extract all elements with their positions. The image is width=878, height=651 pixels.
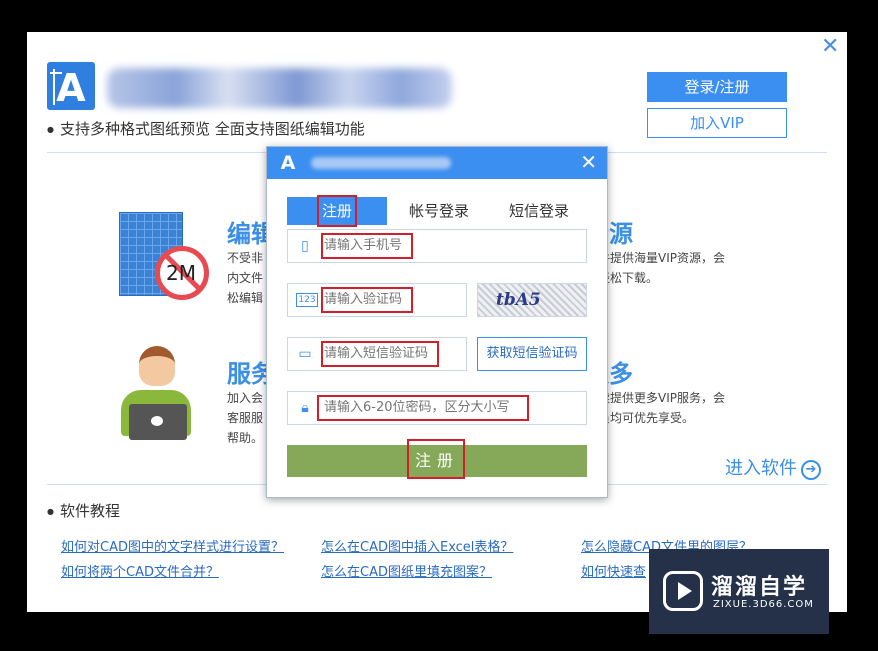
captcha-icon: 123 [296, 293, 318, 307]
tutorial-link[interactable]: 怎么在CAD图纸里填充图案？ [321, 561, 492, 580]
highlight-box [321, 287, 413, 313]
watermark-title: 溜溜自学 [711, 575, 808, 600]
highlight-box [317, 195, 357, 227]
login-register-button[interactable]: 登录/注册 [647, 72, 787, 102]
tutorial-link[interactable]: 如何对CAD图中的文字样式进行设置？ [61, 536, 284, 555]
highlight-box [407, 439, 465, 479]
app-logo-small: A [280, 152, 296, 174]
app-logo: A [47, 62, 95, 110]
register-dialog: A ✕ 注册 帐号登录 短信登录 ▯ 123 tbA5 ▭ 获取短信验证码 🔒︎… [266, 146, 608, 498]
tutorial-link[interactable]: 如何将两个CAD文件合并？ [61, 561, 219, 580]
highlight-box [317, 395, 529, 421]
blurred-dialog-title [311, 157, 451, 169]
join-vip-button[interactable]: 加入VIP [647, 108, 787, 138]
phone-icon: ▯ [301, 238, 309, 254]
dialog-header: A ✕ [267, 147, 607, 179]
tutorial-title: 软件教程 [47, 500, 120, 521]
feature-resources-text: 件提供海量VIP资源，会 轻松下载。 [598, 251, 725, 285]
message-icon: ▭ [298, 346, 312, 362]
enter-software-label: 进入软件 [725, 458, 797, 479]
feature-more-text: 续提供更多VIP服务，会 员均可优先享受。 [598, 391, 725, 425]
close-icon[interactable]: ✕ [821, 36, 839, 58]
subtitle: 支持多种格式图纸预览 全面支持图纸编辑功能 [47, 118, 365, 139]
enter-software-link[interactable]: 进入软件 ➔ [725, 454, 821, 480]
feature-service-text: 加入会 客服服 帮助。 [227, 391, 264, 445]
feature-edit-text: 不受非 内文件 松编辑 [227, 251, 264, 305]
lock-icon: 🔒︎ [301, 400, 309, 416]
agent-avatar-icon [139, 346, 175, 386]
arrow-right-circle-icon: ➔ [801, 460, 821, 480]
blurred-app-title [107, 68, 452, 108]
watermark-url: ZIXUE.3D66.COM [713, 599, 814, 610]
tab-account-login[interactable]: 帐号登录 [399, 197, 479, 225]
tutorial-link[interactable]: 怎么在CAD图中插入Excel表格？ [321, 536, 513, 555]
dialog-close-icon[interactable]: ✕ [580, 152, 597, 172]
highlight-box [321, 341, 439, 367]
laptop-icon [129, 404, 187, 440]
captcha-image[interactable]: tbA5 [477, 283, 587, 317]
tab-sms-login[interactable]: 短信登录 [499, 197, 579, 225]
size-badge: 2M [166, 261, 196, 285]
tutorial-link[interactable]: 如何快速查 [581, 561, 646, 580]
play-icon [663, 571, 703, 611]
size-limit-icon: 2M [155, 246, 209, 300]
get-sms-code-button[interactable]: 获取短信验证码 [477, 337, 587, 371]
watermark: 溜溜自学 ZIXUE.3D66.COM [649, 549, 829, 634]
highlight-box [321, 233, 413, 259]
